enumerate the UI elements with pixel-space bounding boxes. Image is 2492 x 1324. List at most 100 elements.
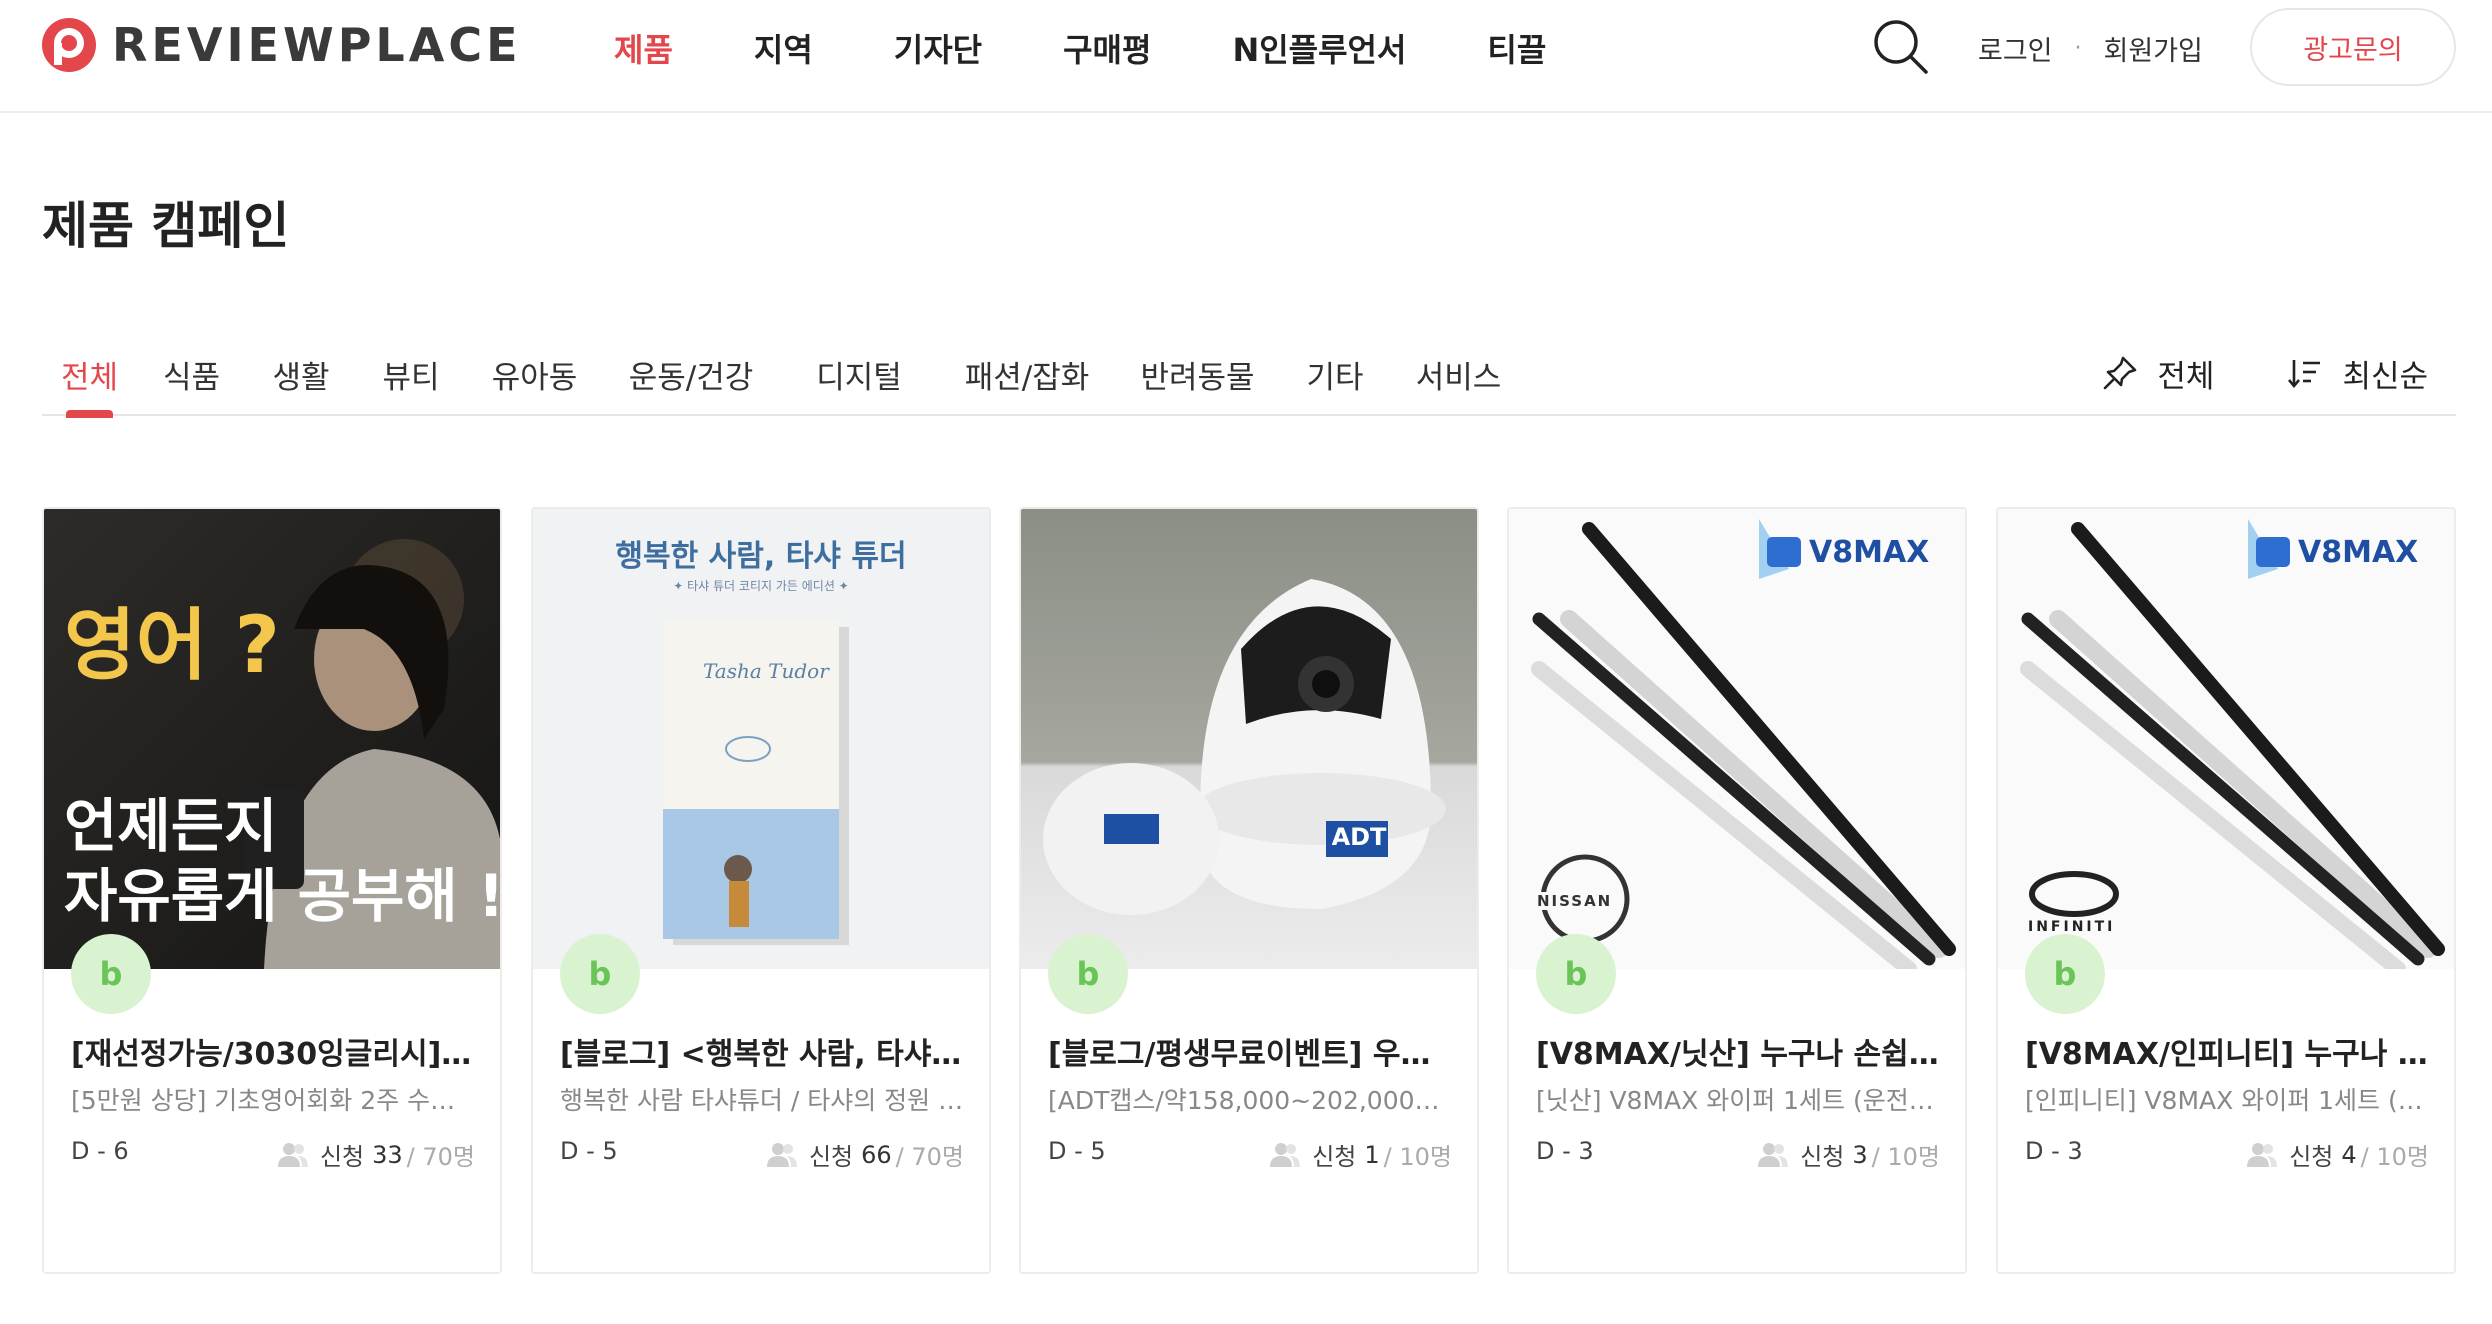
blog-badge: b: [1536, 934, 1616, 1014]
image-headline: 영어 ?: [64, 601, 280, 691]
adt-logo-text: ADT: [1331, 823, 1387, 851]
campaign-card[interactable]: V8MAX INFINITI b [V8MAX/인피니티] 누구나 손쉽게 장착…: [1996, 507, 2456, 1274]
card-subtitle: [5만원 상당] 기초영어회화 2주 수강권 체험: [71, 1086, 475, 1115]
tab-all[interactable]: 전체: [42, 338, 137, 418]
campaign-card[interactable]: ADT b [블로그/평생무료이벤트] 우리집 홈캠 ADT캡스 [ADT캡스/…: [1019, 507, 1479, 1274]
applied-count: 4: [2341, 1140, 2357, 1169]
site-logo[interactable]: REVIEWPLACE: [40, 16, 522, 74]
blog-badge: b: [1048, 934, 1128, 1014]
total-count: / 10명: [2360, 1143, 2429, 1171]
applied-count: 66: [861, 1140, 892, 1169]
tab-living[interactable]: 생활: [246, 338, 356, 416]
total-count: / 70명: [406, 1143, 475, 1171]
nav-item-product[interactable]: 제품: [614, 25, 673, 71]
apply-label: 신청: [808, 1143, 854, 1171]
category-tabs: 전체 식품 생활 뷰티 유아동 운동/건강 디지털 패션/잡화 반려동물 기타 …: [42, 338, 2456, 418]
dday-label: D - 6: [71, 1137, 129, 1165]
applicant-count: 신청 1 / 10명: [1268, 1137, 1452, 1172]
users-icon: [277, 1142, 308, 1167]
total-count: / 10명: [1871, 1143, 1940, 1171]
signup-link[interactable]: 회원가입: [2104, 29, 2203, 68]
applied-count: 33: [372, 1140, 403, 1169]
logo-text: REVIEWPLACE: [112, 18, 522, 72]
users-icon: [1758, 1142, 1789, 1167]
login-link[interactable]: 로그인: [1978, 29, 2053, 68]
sort-icon: [2288, 360, 2321, 389]
campaign-thumbnail: ADT: [1021, 509, 1477, 969]
nav-item-tikkeul[interactable]: 티끌: [1487, 25, 1546, 71]
apply-label: 신청: [1312, 1143, 1357, 1171]
scope-filter-button[interactable]: 전체: [2101, 351, 2214, 396]
tab-label: 식품: [162, 360, 221, 396]
logo-mark-icon: [42, 18, 96, 72]
applicant-count: 신청 3 / 10명: [1756, 1137, 1940, 1172]
tab-fashion[interactable]: 패션/잡화: [939, 338, 1115, 416]
card-subtitle: [인피니티] V8MAX 와이퍼 1세트 (운전석+조수석): [2025, 1086, 2429, 1115]
tab-label: 기타: [1306, 360, 1364, 396]
tab-label: 서비스: [1415, 360, 1502, 396]
tab-label: 전체: [60, 360, 119, 396]
image-text-line: 자유롭게 공부해 !: [64, 862, 500, 930]
tab-food[interactable]: 식품: [137, 338, 246, 416]
users-icon: [2247, 1142, 2278, 1167]
card-title: [V8MAX/닛산] 누구나 손쉽게 장착하는 와이퍼: [1536, 1037, 1940, 1072]
applied-count: 1: [1364, 1140, 1380, 1169]
blog-badge: b: [560, 934, 640, 1014]
book-cover-title: Tasha Tudor: [703, 659, 829, 683]
auth-links: 로그인 · 회원가입: [1978, 0, 2203, 96]
card-title: [재선정가능/3030잉글리시] 영어회화 2주 무료체험: [71, 1037, 475, 1072]
card-meta: D - 6 신청 33 / 70명: [71, 1137, 475, 1172]
card-title: [V8MAX/인피니티] 누구나 손쉽게 장착하는 와이퍼: [2025, 1037, 2429, 1072]
ad-inquiry-button[interactable]: 광고문의: [2250, 8, 2456, 86]
applicant-count: 신청 66 / 70명: [765, 1137, 964, 1172]
sort-label: 최신순: [2342, 358, 2428, 395]
wiper-image: [2020, 519, 2445, 969]
users-icon: [766, 1142, 797, 1167]
v8max-logo: V8MAX: [2298, 535, 2419, 570]
nav-item-n-influencer[interactable]: N인플루언서: [1232, 25, 1406, 71]
card-title: [블로그/평생무료이벤트] 우리집 홈캠 ADT캡스: [1048, 1037, 1452, 1072]
applied-count: 3: [1852, 1140, 1868, 1169]
nav-item-purchase-review[interactable]: 구매평: [1063, 25, 1151, 71]
blog-badge: b: [2025, 934, 2105, 1014]
card-meta: D - 3 신청 3 / 10명: [1536, 1137, 1940, 1172]
car-brand-logo: NISSAN: [1535, 892, 1615, 910]
tab-pets[interactable]: 반려동물: [1115, 338, 1280, 416]
sort-button[interactable]: 최신순: [2286, 351, 2428, 396]
campaign-card[interactable]: 행복한 사람, 타샤 튜더 ✦ 타샤 튜더 코티지 가든 에디션 ✦ Tasha…: [531, 507, 991, 1274]
pin-icon: [2104, 356, 2137, 390]
list-filters: 전체 최신순: [2029, 338, 2428, 408]
campaign-thumbnail: 행복한 사람, 타샤 튜더 ✦ 타샤 튜더 코티지 가든 에디션 ✦ Tasha…: [533, 509, 989, 969]
dday-label: D - 5: [1048, 1137, 1106, 1165]
tab-label: 디지털: [816, 360, 902, 396]
campaign-thumbnail: V8MAX INFINITI: [1998, 509, 2454, 969]
tab-label: 반려동물: [1140, 360, 1255, 396]
apply-label: 신청: [1800, 1143, 1845, 1171]
search-icon[interactable]: [1870, 16, 1932, 78]
dday-label: D - 3: [2025, 1137, 2083, 1165]
tab-label: 뷰티: [382, 360, 440, 396]
applicant-count: 신청 4 / 10명: [2245, 1137, 2429, 1172]
book-image: [663, 621, 849, 945]
campaign-card[interactable]: 영어 ? 언제든지 자유롭게 공부해 ! b [재선정가능/3030잉글리시] …: [42, 507, 502, 1274]
total-count: / 10명: [1383, 1143, 1452, 1171]
tab-etc[interactable]: 기타: [1280, 338, 1390, 416]
nav-item-reporters[interactable]: 기자단: [894, 25, 982, 71]
campaign-card[interactable]: V8MAX NISSAN b [V8MAX/닛산] 누구나 손쉽게 장착하는 와…: [1507, 507, 1967, 1274]
tab-kids[interactable]: 유아동: [466, 338, 603, 416]
users-icon: [1270, 1142, 1301, 1167]
card-meta: D - 3 신청 4 / 10명: [2025, 1137, 2429, 1172]
auth-separator: ·: [2074, 35, 2082, 61]
card-subtitle: 행복한 사람 타샤튜더 / 타샤의 정원 도서 제공: [560, 1086, 964, 1115]
applicant-count: 신청 33 / 70명: [276, 1137, 475, 1172]
tab-digital[interactable]: 디지털: [779, 338, 939, 416]
campaign-grid: 영어 ? 언제든지 자유롭게 공부해 ! b [재선정가능/3030잉글리시] …: [42, 507, 2456, 1275]
home-camera-image: [1021, 509, 1477, 969]
tab-service[interactable]: 서비스: [1390, 338, 1527, 416]
tab-label: 패션/잡화: [964, 360, 1090, 396]
tab-beauty[interactable]: 뷰티: [356, 338, 466, 416]
card-subtitle: [ADT캡스/약158,000~202,000원 상당] 홈캠 제공: [1048, 1086, 1452, 1115]
card-meta: D - 5 신청 66 / 70명: [560, 1137, 964, 1172]
tab-fitness-health[interactable]: 운동/건강: [603, 338, 779, 416]
nav-item-region[interactable]: 지역: [754, 25, 813, 71]
